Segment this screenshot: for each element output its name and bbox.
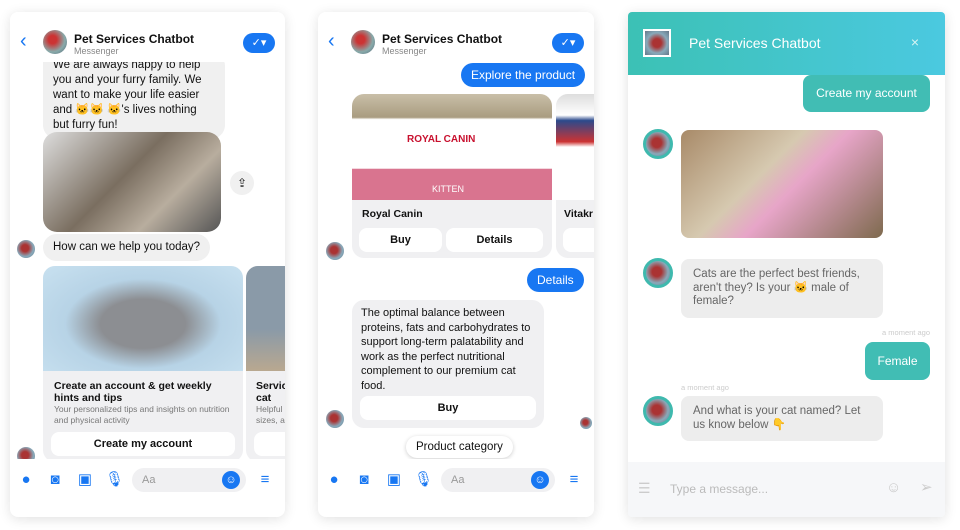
send-icon[interactable]: ➢: [920, 478, 933, 496]
back-icon[interactable]: ‹: [328, 30, 335, 53]
close-icon[interactable]: ×: [911, 34, 919, 50]
create-account-reply: Create my account: [803, 75, 930, 112]
product-category-quick-reply[interactable]: Product category: [406, 436, 513, 458]
emoji-icon[interactable]: ☺: [531, 471, 549, 489]
message-input[interactable]: Aa ☺: [441, 468, 555, 492]
bot-avatar-small: [326, 410, 344, 428]
messenger-chat-panel-2: ‹ Pet Services Chatbot Messenger ✓▾ Expl…: [318, 12, 594, 517]
bot-avatar: [643, 129, 673, 159]
create-account-button[interactable]: Create my account: [51, 432, 235, 456]
emoji-icon[interactable]: ☺: [886, 479, 901, 496]
details-reply: Details: [527, 268, 584, 292]
intro-message: We are always happy to help you and your…: [43, 52, 225, 139]
camera-icon[interactable]: ◙: [355, 471, 373, 489]
widget-header: Pet Services Chatbot ×: [628, 12, 945, 75]
menu-icon[interactable]: ≡: [565, 471, 583, 489]
composer: ● ◙ ▣ 🎙 Aa ☺ ≡: [318, 459, 594, 499]
explore-product-reply[interactable]: Explore the product: [461, 63, 586, 87]
placeholder: Aa: [142, 474, 156, 486]
timestamp: a moment ago: [882, 328, 930, 337]
share-icon[interactable]: ⇪: [230, 171, 254, 195]
placeholder: Aa: [451, 474, 465, 486]
buy-button[interactable]: Buy: [360, 396, 536, 420]
card-description: Helpful sizes, a: [256, 404, 285, 425]
back-icon[interactable]: ‹: [20, 30, 27, 53]
card-title: Create an account & get weekly hints and…: [54, 380, 212, 404]
web-chat-widget: Pet Services Chatbot × Create my account…: [628, 12, 945, 517]
card-services: Servic cat Helpful sizes, a: [246, 266, 285, 462]
bot-message: And what is your cat named? Let us know …: [681, 396, 883, 441]
bot-avatar: [643, 258, 673, 288]
chat-header: ‹ Pet Services Chatbot Messenger ✓▾: [318, 12, 594, 62]
platform-label: Messenger: [74, 46, 119, 56]
check-menu-button[interactable]: ✓▾: [243, 33, 275, 53]
brand-label: ROYAL CANIN: [407, 134, 476, 145]
card-description: Your personalized tips and insights on n…: [54, 404, 230, 425]
bot-avatar-small: [17, 240, 35, 258]
message-input[interactable]: Aa ☺: [132, 468, 246, 492]
microphone-icon[interactable]: 🎙: [105, 471, 124, 489]
card-button[interactable]: [563, 228, 594, 252]
bot-avatar: [43, 30, 67, 54]
more-icon[interactable]: ●: [17, 471, 35, 489]
menu-icon[interactable]: ≡: [256, 471, 274, 489]
menu-icon[interactable]: ☰: [638, 480, 651, 497]
product-name: Royal Canin: [362, 208, 423, 220]
read-receipt-avatar: [580, 417, 592, 429]
emoji-icon[interactable]: ☺: [222, 471, 240, 489]
image-icon[interactable]: ▣: [76, 471, 94, 489]
timestamp: a moment ago: [681, 383, 729, 392]
gray-cat-image: [43, 266, 243, 371]
composer: ● ◙ ▣ 🎙 Aa ☺ ≡: [10, 459, 285, 499]
question-message: How can we help you today?: [43, 234, 211, 261]
vitakraft-image: [556, 94, 594, 200]
check-menu-button[interactable]: ✓▾: [552, 33, 584, 53]
description-card: The optimal balance between proteins, fa…: [352, 300, 544, 428]
product-card-vitakraft: Vitakr: [556, 94, 594, 258]
more-icon[interactable]: ●: [325, 471, 343, 489]
product-description: The optimal balance between proteins, fa…: [361, 307, 531, 392]
female-reply: Female: [865, 342, 930, 380]
cat-in-box-photo: [681, 130, 883, 238]
card-title: Servic cat: [256, 380, 285, 404]
message-input[interactable]: Type a message...: [670, 482, 768, 496]
royal-canin-image: ROYAL CANIN KITTEN: [352, 94, 552, 200]
chat-header: ‹ Pet Services Chatbot Messenger ✓▾: [10, 12, 285, 62]
bot-avatar: [351, 30, 375, 54]
messenger-chat-panel-1: ‹ Pet Services Chatbot Messenger ✓▾ We a…: [10, 12, 285, 517]
cat-photo: [43, 132, 221, 232]
card-image: [246, 266, 285, 371]
microphone-icon[interactable]: 🎙: [414, 471, 433, 489]
bot-message: Cats are the perfect best friends, aren'…: [681, 259, 883, 318]
camera-icon[interactable]: ◙: [46, 471, 64, 489]
variant-label: KITTEN: [432, 184, 465, 194]
card-create-account: Create an account & get weekly hints and…: [43, 266, 243, 462]
details-button[interactable]: Details: [446, 228, 543, 252]
bot-avatar: [643, 396, 673, 426]
message-input-bar: ☰ Type a message... ☺ ➢: [628, 462, 945, 517]
bot-name: Pet Services Chatbot: [382, 32, 503, 46]
platform-label: Messenger: [382, 46, 427, 56]
product-name: Vitakr: [564, 208, 593, 220]
product-card-royal-canin: ROYAL CANIN KITTEN Royal Canin Buy Detai…: [352, 94, 552, 258]
widget-title: Pet Services Chatbot: [689, 35, 821, 51]
bot-avatar-small: [326, 242, 344, 260]
bot-logo: [643, 29, 671, 57]
bot-name: Pet Services Chatbot: [74, 32, 195, 46]
card-button[interactable]: [254, 432, 285, 456]
image-icon[interactable]: ▣: [385, 471, 403, 489]
buy-button[interactable]: Buy: [359, 228, 442, 252]
